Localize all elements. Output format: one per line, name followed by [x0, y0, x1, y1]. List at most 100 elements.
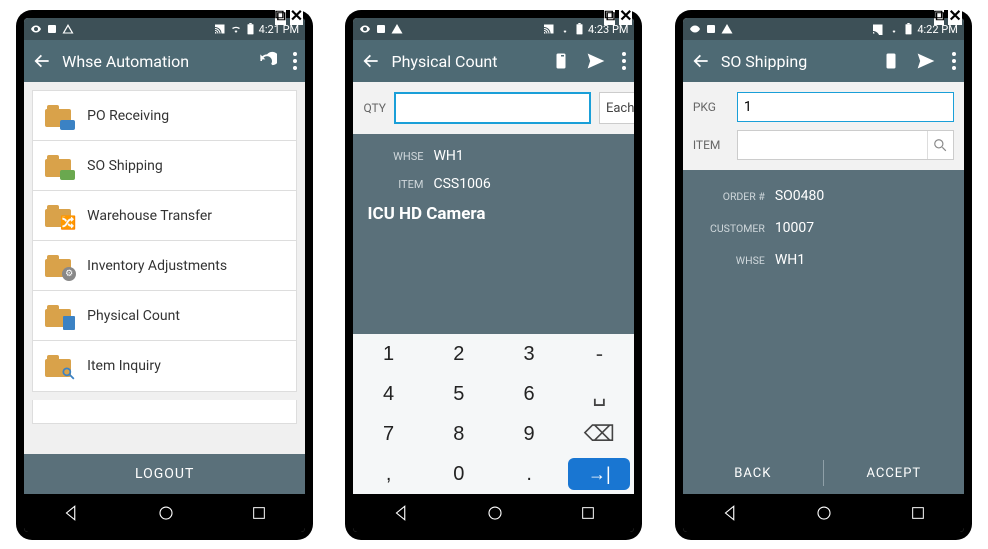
order-value: SO0480 [775, 188, 824, 204]
status-bar: 4:22 PM [683, 18, 964, 40]
nav-back-icon[interactable] [62, 504, 80, 522]
unit-select[interactable]: Each [599, 92, 635, 124]
send-icon[interactable] [916, 51, 936, 71]
popout-icon[interactable]: ⧉ [275, 6, 286, 25]
nav-recent-icon[interactable] [910, 505, 926, 521]
key-minus[interactable]: - [564, 334, 634, 374]
pkg-input[interactable]: 1 [737, 92, 954, 122]
content-area: PO Receiving SO Shipping 🔀 Warehouse Tra… [24, 82, 305, 494]
key-5[interactable]: 5 [424, 374, 494, 414]
pkg-label: PKG [693, 100, 729, 114]
back-arrow-icon[interactable] [361, 51, 381, 71]
wifi-icon [230, 23, 242, 35]
menu-item-warehouse-transfer[interactable]: 🔀 Warehouse Transfer [33, 191, 296, 241]
cast-icon [543, 23, 555, 35]
nav-recent-icon[interactable] [580, 505, 596, 521]
nav-back-icon[interactable] [721, 504, 739, 522]
menu-item-so-shipping[interactable]: SO Shipping [33, 141, 296, 191]
status-bar: 4:23 PM [353, 18, 634, 40]
key-dot[interactable]: . [494, 454, 564, 494]
item-label: ITEM [693, 138, 729, 152]
content-area: PKG 1 ITEM ORDER #SO0480 CUSTOMER10007 [683, 82, 964, 494]
app-bar: SO Shipping [683, 40, 964, 82]
back-button[interactable]: BACK [683, 452, 823, 494]
key-9[interactable]: 9 [494, 414, 564, 454]
key-space[interactable]: ␣ [564, 374, 634, 414]
nav-back-icon[interactable] [392, 504, 410, 522]
nav-bar [683, 494, 964, 532]
folder-calculator-icon [45, 305, 71, 327]
detail-block: ORDER #SO0480 CUSTOMER10007 WHSEWH1 [683, 170, 964, 286]
key-comma[interactable]: , [353, 454, 423, 494]
square-icon [705, 23, 717, 35]
close-icon[interactable]: ✕ [948, 6, 961, 25]
qty-input[interactable] [394, 92, 591, 124]
key-backspace[interactable]: ⌫ [564, 414, 634, 454]
page-title: Whse Automation [62, 52, 247, 71]
search-icon[interactable] [927, 131, 953, 159]
phone-2: ⧉ ✕ 4:23 PM Physical Count [345, 10, 642, 540]
clipboard-icon[interactable] [882, 51, 900, 71]
key-1[interactable]: 1 [353, 334, 423, 374]
key-enter[interactable]: →| [568, 458, 630, 490]
popout-icon[interactable]: ⧉ [934, 6, 945, 25]
key-7[interactable]: 7 [353, 414, 423, 454]
menu-label: PO Receiving [87, 108, 169, 124]
nav-bar [24, 494, 305, 532]
wifi-icon [888, 23, 900, 35]
eye-icon [689, 23, 701, 35]
qty-label: QTY [363, 101, 385, 115]
more-icon[interactable] [293, 52, 297, 70]
whse-value: WH1 [775, 252, 805, 268]
folder-magnifier-icon [45, 355, 71, 377]
back-arrow-icon[interactable] [691, 51, 711, 71]
customer-value: 10007 [775, 220, 814, 236]
refresh-icon[interactable] [257, 51, 277, 71]
menu-label: Inventory Adjustments [87, 258, 227, 274]
info-block: WHSEWH1 ITEMCSS1006 ICU HD Camera [353, 134, 634, 240]
app-bar: Whse Automation [24, 40, 305, 82]
key-3[interactable]: 3 [494, 334, 564, 374]
menu-item-physical-count[interactable]: Physical Count [33, 291, 296, 341]
page-title: Physical Count [391, 52, 542, 71]
clipboard-icon[interactable] [552, 51, 570, 71]
key-6[interactable]: 6 [494, 374, 564, 414]
menu-label: Item Inquiry [87, 358, 161, 374]
key-8[interactable]: 8 [424, 414, 494, 454]
nav-home-icon[interactable] [157, 504, 175, 522]
nav-home-icon[interactable] [815, 504, 833, 522]
nav-recent-icon[interactable] [251, 505, 267, 521]
item-input[interactable] [737, 130, 954, 160]
battery-icon [246, 23, 255, 35]
close-icon[interactable]: ✕ [290, 6, 303, 25]
key-0[interactable]: 0 [424, 454, 494, 494]
cast-icon [872, 23, 884, 35]
popout-icon[interactable]: ⧉ [604, 6, 615, 25]
menu-label: Physical Count [87, 308, 180, 324]
menu-item-po-receiving[interactable]: PO Receiving [33, 91, 296, 141]
menu-label: SO Shipping [87, 158, 163, 174]
menu-item-item-inquiry[interactable]: Item Inquiry [33, 341, 296, 391]
numeric-keypad: 1 2 3 - 4 5 6 ␣ 7 8 9 ⌫ , 0 . →| [353, 334, 634, 494]
whse-label: WHSE [363, 150, 423, 163]
nav-home-icon[interactable] [486, 504, 504, 522]
key-2[interactable]: 2 [424, 334, 494, 374]
logout-button[interactable]: LOGOUT [24, 454, 305, 494]
more-icon[interactable] [622, 52, 626, 70]
back-arrow-icon[interactable] [32, 51, 52, 71]
menu-item-inventory-adjustments[interactable]: ⚙ Inventory Adjustments [33, 241, 296, 291]
close-icon[interactable]: ✕ [619, 6, 632, 25]
page-title: SO Shipping [721, 52, 872, 71]
whse-label: WHSE [693, 254, 765, 267]
content-area: QTY Each ▼ WHSEWH1 ITEMCSS1006 ICU HD Ca… [353, 82, 634, 494]
folder-transfer-icon: 🔀 [45, 205, 71, 227]
key-4[interactable]: 4 [353, 374, 423, 414]
nav-bar [353, 494, 634, 532]
more-icon[interactable] [952, 52, 956, 70]
send-icon[interactable] [586, 51, 606, 71]
folder-gear-icon: ⚙ [45, 255, 71, 277]
square-icon [375, 23, 387, 35]
accept-button[interactable]: ACCEPT [824, 452, 964, 494]
customer-label: CUSTOMER [693, 222, 765, 235]
wifi-icon [559, 23, 571, 35]
